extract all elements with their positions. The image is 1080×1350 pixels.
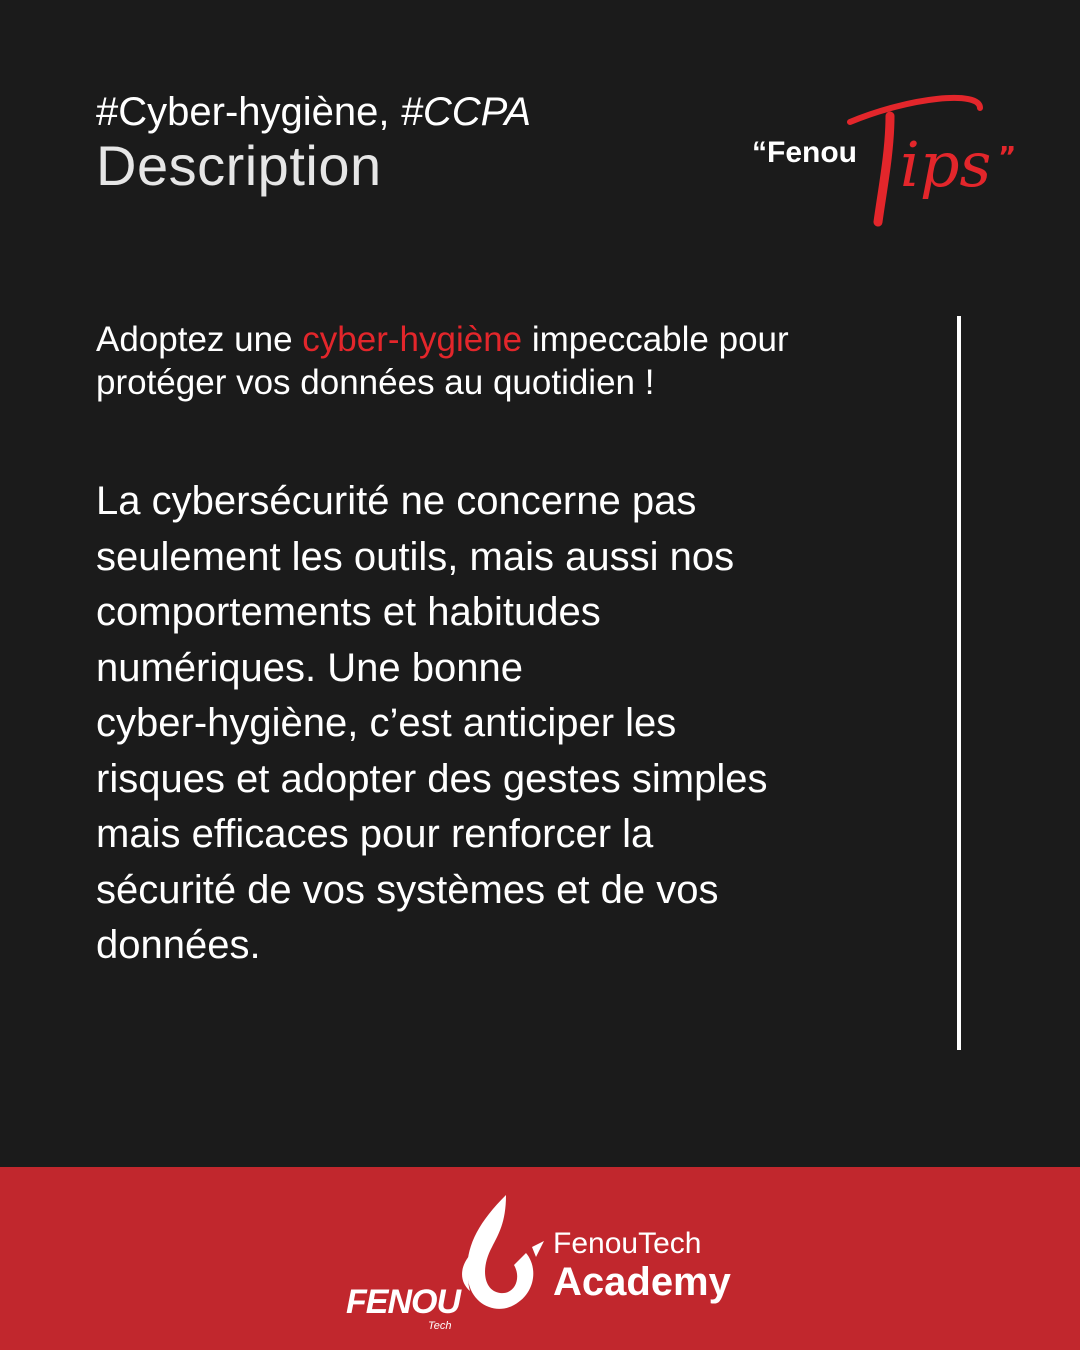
academy-line1: FenouTech bbox=[553, 1227, 702, 1260]
body-line: La cybersécurité ne concerne pas bbox=[96, 479, 697, 523]
footer-band: FENOU Tech FenouTech Academy bbox=[0, 1167, 1080, 1350]
svg-text:ips: ips bbox=[900, 128, 991, 201]
hashtag-ccpa: #CCPA bbox=[400, 90, 532, 134]
tips-logo-prefix: “Fenou bbox=[752, 136, 857, 169]
vertical-divider bbox=[957, 316, 961, 1050]
body-line: comportements et habitudes bbox=[96, 590, 601, 634]
intro-text-before: Adoptez une bbox=[96, 320, 303, 359]
intro-highlight: cyber-hygiène bbox=[302, 320, 523, 359]
header: #Cyber-hygiène, #CCPA Description bbox=[96, 88, 531, 196]
academy-name: FenouTech Academy bbox=[553, 1227, 731, 1303]
body-line: mais efficaces pour renforcer la bbox=[96, 812, 654, 856]
body-paragraph: La cybersécurité ne concerne pas seuleme… bbox=[96, 474, 916, 974]
body-line: données. bbox=[96, 923, 261, 967]
fenoutech-logo: FENOU Tech bbox=[346, 1195, 546, 1332]
footer-logo-text: FENOU bbox=[346, 1283, 461, 1321]
body-line: sécurité de vos systèmes et de vos bbox=[96, 867, 719, 912]
body-line: seulement les outils, mais aussi nos bbox=[96, 534, 735, 579]
footer-logo-sub: Tech bbox=[428, 1320, 452, 1332]
academy-line2: Academy bbox=[553, 1260, 731, 1304]
body-line: cyber-hygiène, c’est anticiper les bbox=[96, 701, 677, 745]
intro-statement: Adoptez une cyber-hygiène impeccable pou… bbox=[96, 318, 916, 404]
fenou-tips-logo: ips ” “Fenou bbox=[740, 92, 1020, 232]
hashtags: #Cyber-hygiène, #CCPA bbox=[96, 88, 531, 136]
svg-text:”: ” bbox=[998, 140, 1016, 173]
hashtag-cyber-hygiene: #Cyber-hygiène, bbox=[96, 90, 390, 134]
page-title: Description bbox=[96, 134, 382, 197]
body-line: numériques. Une bonne bbox=[96, 645, 523, 690]
body-line: risques et adopter des gestes simples bbox=[96, 756, 768, 801]
